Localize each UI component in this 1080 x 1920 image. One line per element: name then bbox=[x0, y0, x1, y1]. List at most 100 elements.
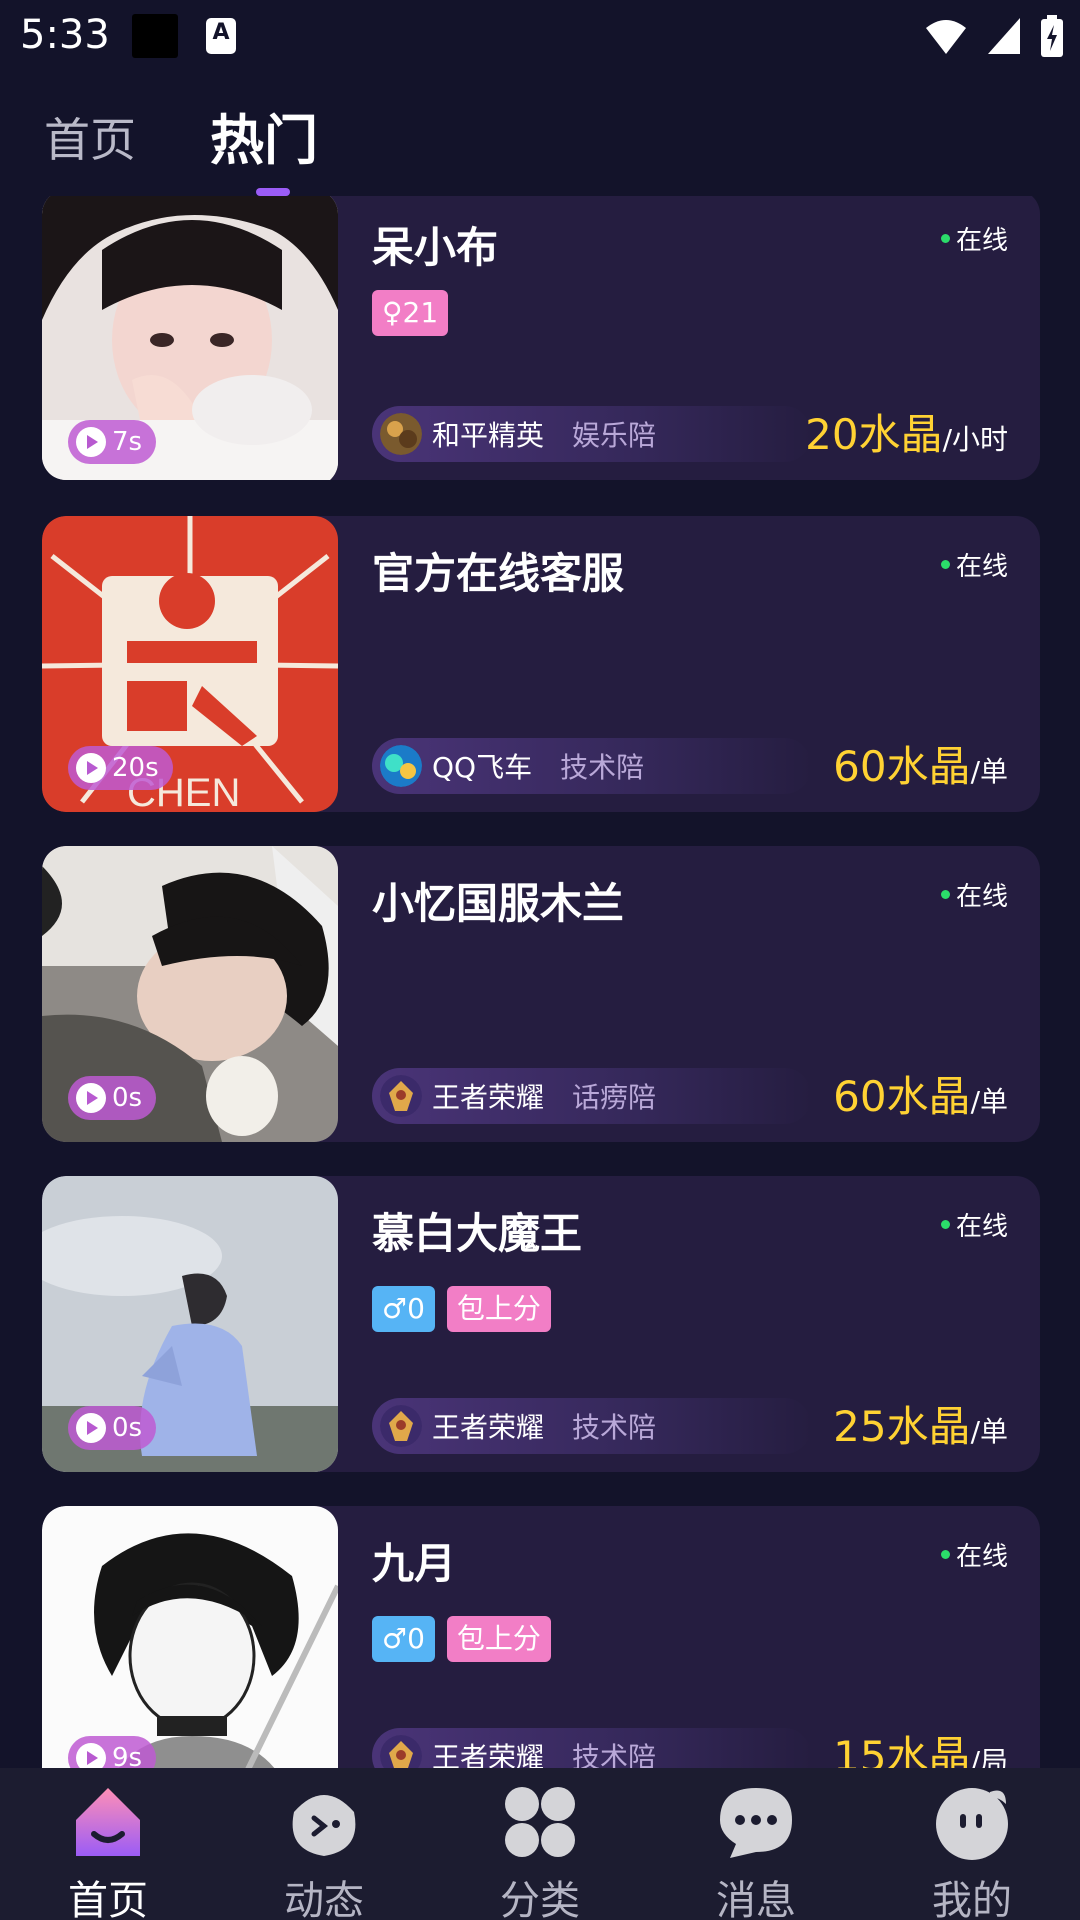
companion-card[interactable]: 9s 九月 在线 ♂0 包上分 王者荣耀 技术陪 15水晶 /局 bbox=[42, 1506, 1040, 1768]
price: 20水晶 /小时 bbox=[805, 401, 1008, 462]
game-pill: QQ飞车 技术陪 bbox=[372, 738, 812, 794]
nav-label: 分类 bbox=[500, 1878, 580, 1920]
nav-home[interactable]: 首页 bbox=[28, 1782, 188, 1920]
video-badge[interactable]: 20s bbox=[68, 746, 173, 790]
video-badge[interactable]: 9s bbox=[68, 1736, 157, 1768]
play-icon bbox=[76, 1083, 106, 1113]
game-name: 王者荣耀 bbox=[432, 1741, 545, 1768]
gender-age-tag: ♀21 bbox=[372, 290, 449, 336]
tab-home[interactable]: 首页 bbox=[44, 104, 136, 170]
service-type: 娱乐陪 bbox=[572, 419, 657, 452]
companion-card[interactable]: 7s 呆小布 在线 ♀21 和平精英 娱乐陪 20水晶 /小时 bbox=[42, 196, 1040, 480]
online-dot bbox=[940, 890, 950, 899]
avatar-photo[interactable]: 0s bbox=[42, 846, 338, 1142]
avatar-photo[interactable]: CHEN 20s bbox=[42, 516, 338, 812]
avatar-photo[interactable]: 7s bbox=[42, 196, 338, 480]
game-name: 和平精英 bbox=[432, 419, 545, 452]
home-icon bbox=[76, 1788, 140, 1856]
companion-card[interactable]: 0s 慕白大魔王 在线 ♂0 包上分 王者荣耀 技术陪 25水晶 /单 bbox=[42, 1176, 1040, 1472]
online-label: 在线 bbox=[955, 226, 1008, 256]
play-icon bbox=[76, 1743, 106, 1768]
game-name: 王者荣耀 bbox=[432, 1411, 545, 1444]
signal-icon bbox=[988, 18, 1020, 54]
online-label: 在线 bbox=[955, 552, 1008, 582]
video-badge[interactable]: 7s bbox=[68, 420, 157, 464]
video-duration: 0s bbox=[112, 1083, 143, 1113]
video-duration: 0s bbox=[112, 1413, 143, 1443]
tab-hot[interactable]: 热门 bbox=[210, 96, 318, 175]
avatar-photo[interactable]: 9s bbox=[42, 1506, 338, 1768]
nav-message[interactable]: 消息 bbox=[676, 1782, 836, 1920]
online-label: 在线 bbox=[955, 1212, 1008, 1242]
tab-indicator bbox=[256, 188, 290, 196]
online-dot bbox=[940, 1220, 950, 1229]
gender-age-tag: ♂0 bbox=[372, 1616, 435, 1662]
price-value: 15水晶 bbox=[833, 1732, 971, 1768]
price-value: 60水晶 bbox=[833, 1072, 971, 1121]
online-status: 在线 bbox=[940, 220, 1008, 257]
companion-name: 小忆国服木兰 bbox=[372, 879, 625, 928]
status-bar: 5:33 A bbox=[0, 0, 1080, 72]
price-unit: /局 bbox=[970, 1745, 1008, 1768]
price-value: 20水晶 bbox=[805, 410, 943, 459]
nav-category[interactable]: 分类 bbox=[460, 1782, 620, 1920]
online-status: 在线 bbox=[940, 876, 1008, 913]
nav-profile[interactable]: 我的 bbox=[892, 1782, 1052, 1920]
price: 60水晶 /单 bbox=[833, 1063, 1008, 1124]
skill-tag: 包上分 bbox=[446, 1286, 551, 1332]
video-badge[interactable]: 0s bbox=[68, 1406, 157, 1450]
skill-tag: 包上分 bbox=[446, 1616, 551, 1662]
online-dot bbox=[940, 1550, 950, 1559]
online-dot bbox=[940, 234, 950, 243]
play-icon bbox=[76, 1413, 106, 1443]
nav-label: 动态 bbox=[284, 1878, 364, 1920]
top-tabs: 首页 热门 bbox=[0, 96, 1080, 196]
online-status: 在线 bbox=[940, 1206, 1008, 1243]
qq-speed-game-icon bbox=[380, 745, 422, 787]
category-icon bbox=[505, 1787, 575, 1857]
pubg-game-icon bbox=[380, 413, 422, 455]
message-icon bbox=[720, 1788, 792, 1858]
service-type: 技术陪 bbox=[560, 751, 645, 784]
companion-card[interactable]: 0s 小忆国服木兰 在线 王者荣耀 话痨陪 60水晶 /单 bbox=[42, 846, 1040, 1142]
companion-name: 九月 bbox=[372, 1539, 457, 1588]
game-name: 王者荣耀 bbox=[432, 1081, 545, 1114]
online-status: 在线 bbox=[940, 546, 1008, 583]
companion-name: 官方在线客服 bbox=[372, 549, 625, 598]
service-type: 话痨陪 bbox=[572, 1081, 657, 1114]
price-unit: /单 bbox=[970, 755, 1008, 788]
play-icon bbox=[76, 753, 106, 783]
accessibility-icon: A bbox=[206, 18, 236, 54]
game-pill: 和平精英 娱乐陪 bbox=[372, 406, 812, 462]
price-unit: /单 bbox=[970, 1415, 1008, 1448]
battery-icon bbox=[1041, 15, 1063, 57]
tag-row: ♂0 包上分 bbox=[372, 1616, 551, 1662]
video-badge[interactable]: 0s bbox=[68, 1076, 157, 1120]
honor-of-kings-game-icon bbox=[380, 1405, 422, 1447]
nav-label: 消息 bbox=[716, 1878, 796, 1920]
service-type: 技术陪 bbox=[572, 1411, 657, 1444]
companion-name: 呆小布 bbox=[372, 223, 499, 272]
online-dot bbox=[940, 560, 950, 569]
price-unit: /单 bbox=[970, 1085, 1008, 1118]
tag-row: ♂0 包上分 bbox=[372, 1286, 551, 1332]
tag-row: ♀21 bbox=[372, 290, 449, 336]
video-duration: 9s bbox=[112, 1743, 143, 1768]
nav-moments[interactable]: 动态 bbox=[244, 1782, 404, 1920]
profile-icon bbox=[936, 1788, 1008, 1860]
price-value: 60水晶 bbox=[833, 742, 971, 791]
game-pill: 王者荣耀 话痨陪 bbox=[372, 1068, 812, 1124]
companion-card[interactable]: CHEN 20s 官方在线客服 在线 QQ飞车 技术陪 60水晶 /单 bbox=[42, 516, 1040, 812]
price: 60水晶 /单 bbox=[833, 733, 1008, 794]
price: 25水晶 /单 bbox=[833, 1393, 1008, 1454]
notification-icon bbox=[132, 14, 178, 58]
companion-list[interactable]: 7s 呆小布 在线 ♀21 和平精英 娱乐陪 20水晶 /小时 CHEN 20s… bbox=[0, 196, 1080, 1768]
companion-name: 慕白大魔王 bbox=[372, 1209, 583, 1258]
avatar-photo[interactable]: 0s bbox=[42, 1176, 338, 1472]
play-icon bbox=[76, 427, 106, 457]
online-status: 在线 bbox=[940, 1536, 1008, 1573]
wifi-icon bbox=[926, 20, 966, 54]
online-label: 在线 bbox=[955, 882, 1008, 912]
game-pill: 王者荣耀 技术陪 bbox=[372, 1728, 812, 1768]
status-time: 5:33 bbox=[20, 12, 110, 58]
